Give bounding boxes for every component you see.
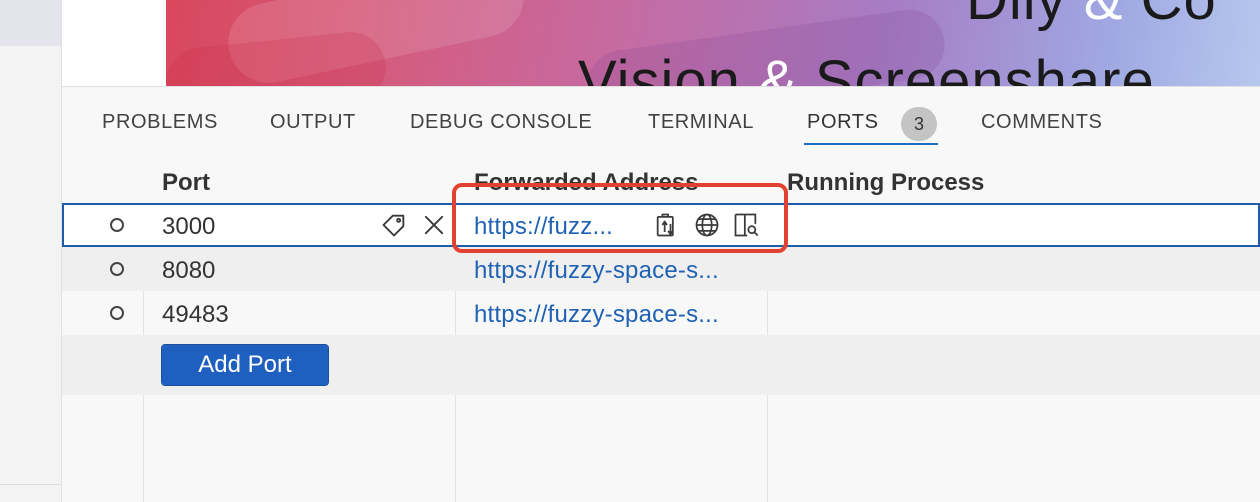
copy-address-icon[interactable] [653,211,681,239]
circle-outline-icon [110,262,124,276]
tab-problems[interactable]: PROBLEMS [102,111,218,134]
column-header-port[interactable]: Port [162,169,210,197]
table-row[interactable]: 3000 https://fuzz... [62,203,1260,247]
tab-comments[interactable]: COMMENTS [981,111,1102,134]
bottom-panel: PROBLEMS OUTPUT DEBUG CONSOLE TERMINAL P… [62,86,1260,502]
port-value: 8080 [162,257,216,284]
vscode-window: Dily & Co Vision & Screenshare PROBLEMS … [0,0,1260,502]
preview-in-editor-icon[interactable] [732,211,760,239]
active-tab-indicator [804,143,938,145]
tab-output[interactable]: OUTPUT [270,111,356,134]
tag-icon[interactable] [380,211,408,239]
tab-debug-console[interactable]: DEBUG CONSOLE [410,111,592,134]
panel-tab-bar: PROBLEMS OUTPUT DEBUG CONSOLE TERMINAL P… [62,87,1260,147]
table-row[interactable]: 49483 https://fuzzy-space-s... [62,291,1260,335]
add-port-button[interactable]: Add Port [161,344,329,386]
banner-ampersand: & [1084,0,1124,32]
column-header-running-process[interactable]: Running Process [787,169,984,197]
port-value: 49483 [162,301,229,328]
tab-terminal[interactable]: TERMINAL [648,111,754,134]
banner-image: Dily & Co Vision & Screenshare [166,0,1260,86]
ports-table: Port Forwarded Address Running Process 3… [62,147,1260,502]
tab-ports[interactable]: PORTS [807,111,879,134]
globe-icon[interactable] [693,211,721,239]
circle-outline-icon [110,218,124,232]
banner-text: Co [1141,0,1217,32]
side-bar-selected-item[interactable] [0,0,61,46]
side-bar [0,0,62,502]
port-value: 3000 [162,213,216,240]
close-icon[interactable] [420,211,448,239]
banner-ampersand: & [758,49,798,86]
table-row[interactable]: 8080 https://fuzzy-space-s... [62,247,1260,291]
banner-text: Vision [578,49,741,86]
banner-text: Screenshare [814,49,1155,86]
column-header-forwarded-address[interactable]: Forwarded Address [474,169,699,197]
forwarded-address-link[interactable]: https://fuzzy-space-s... [474,301,719,329]
banner-title-line-1: Dily & Co [966,0,1217,33]
add-port-row: Add Port [62,335,1260,395]
editor-area: Dily & Co Vision & Screenshare [62,0,1260,86]
ports-count-badge: 3 [901,107,937,141]
forwarded-address-link[interactable]: https://fuzzy-space-s... [474,257,719,285]
banner-text: Dily [966,0,1067,32]
banner-title-line-2: Vision & Screenshare [578,48,1155,86]
side-bar-divider [0,484,61,485]
forwarded-address-link[interactable]: https://fuzz... [474,213,613,241]
circle-outline-icon [110,306,124,320]
